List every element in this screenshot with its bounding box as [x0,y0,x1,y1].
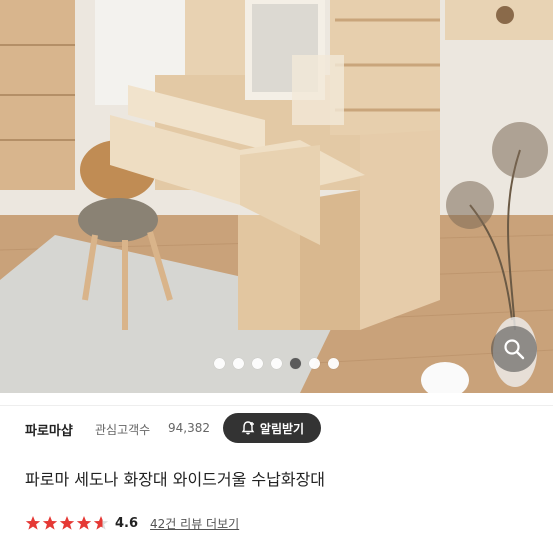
gallery-dot[interactable] [309,358,320,369]
gallery-pagination [0,358,553,369]
shop-name[interactable]: 파로마샵 [25,420,73,439]
reviews-link[interactable]: 42건 리뷰 더보기 [150,515,239,532]
fans-count: 94,382 [168,421,210,435]
product-image [0,0,553,393]
gallery-dot[interactable] [214,358,225,369]
gallery-dot[interactable] [233,358,244,369]
star-icon [25,516,41,530]
alert-subscribe-button[interactable]: 알림받기 [223,413,321,443]
gallery-dot[interactable] [290,358,301,369]
product-title: 파로마 세도나 화장대 와이드거울 수납화장대 [25,470,326,489]
magnifier-icon [504,339,525,360]
star-icon [42,516,58,530]
product-photo[interactable] [0,0,553,393]
shop-info-row: 파로마샵 관심고객수 94,382 알림받기 [0,405,553,450]
star-icon [59,516,75,530]
gallery-dot[interactable] [328,358,339,369]
gallery-dot[interactable] [271,358,282,369]
rating-row: 4.6 42건 리뷰 더보기 [25,513,239,533]
rating-stars [25,515,109,531]
star-icon [93,516,109,530]
bell-plus-icon [241,421,255,435]
star-icon [76,516,92,530]
gallery-dot[interactable] [252,358,263,369]
alert-button-label: 알림받기 [259,421,305,436]
fans-label: 관심고객수 [95,423,151,437]
rating-score: 4.6 [115,515,139,531]
zoom-button[interactable] [491,326,537,372]
